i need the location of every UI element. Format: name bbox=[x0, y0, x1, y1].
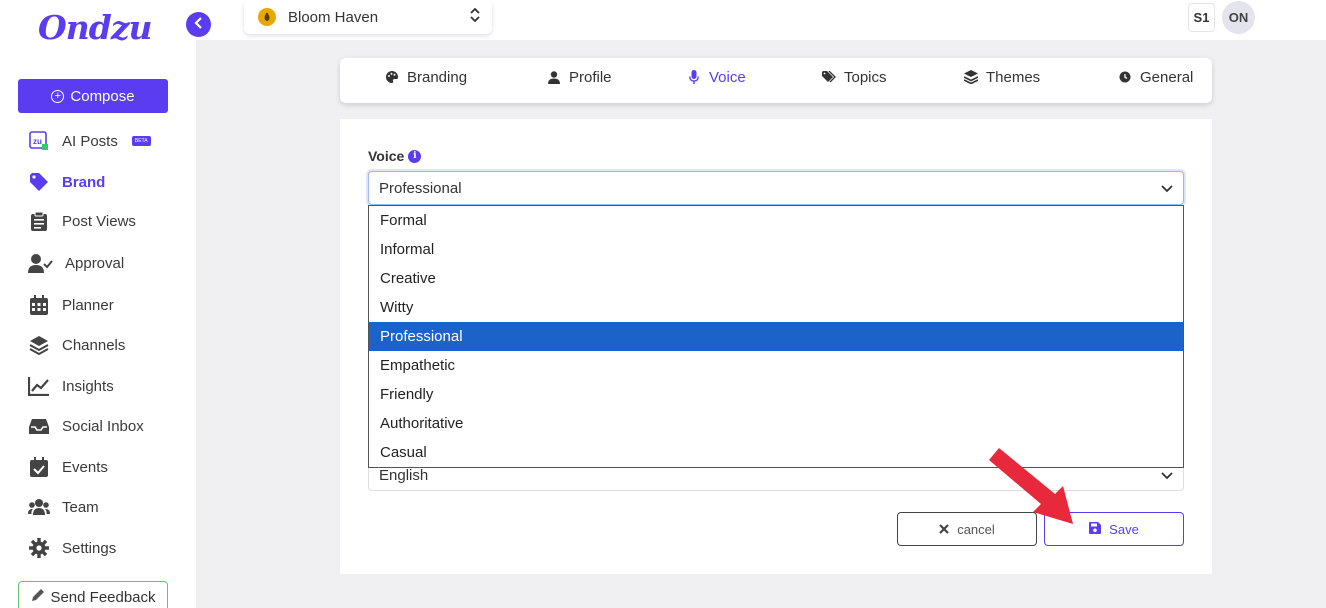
sidebar-item-label: Social Inbox bbox=[62, 417, 144, 435]
sidebar-item-post-views[interactable]: Post Views bbox=[28, 209, 136, 233]
sidebar-item-channels[interactable]: Channels bbox=[28, 333, 125, 357]
app-logo[interactable]: Ondzu bbox=[38, 8, 153, 47]
send-feedback-button[interactable]: Send Feedback bbox=[18, 581, 168, 608]
voice-option[interactable]: Creative bbox=[369, 264, 1183, 293]
sidebar-item-label: Channels bbox=[62, 336, 126, 354]
sidebar-item-label: Events bbox=[62, 458, 108, 476]
voice-option[interactable]: Formal bbox=[369, 206, 1183, 235]
user-icon bbox=[547, 70, 561, 84]
voice-select[interactable]: Professional bbox=[368, 171, 1184, 205]
brand-logo-icon bbox=[258, 8, 276, 26]
chevron-down-icon bbox=[1161, 180, 1173, 197]
tab-themes[interactable]: Themes bbox=[964, 58, 1040, 96]
save-label: Save bbox=[1109, 521, 1139, 537]
voice-option[interactable]: Witty bbox=[369, 293, 1183, 322]
tab-label: Themes bbox=[986, 68, 1041, 86]
tab-topics[interactable]: Topics bbox=[822, 58, 887, 96]
calendar-icon bbox=[28, 294, 50, 316]
layers-icon bbox=[28, 334, 50, 356]
voice-option[interactable]: Informal bbox=[369, 235, 1183, 264]
compose-label: Compose bbox=[70, 87, 135, 105]
clock-icon bbox=[1118, 70, 1132, 84]
tab-branding[interactable]: Branding bbox=[385, 58, 467, 96]
floppy-disk-icon bbox=[1089, 521, 1102, 537]
voice-option[interactable]: Empathetic bbox=[369, 351, 1183, 380]
brand-name: Bloom Haven bbox=[288, 8, 379, 26]
microphone-icon bbox=[687, 70, 701, 84]
send-feedback-label: Send Feedback bbox=[50, 588, 156, 606]
zu-ai-icon: zu bbox=[28, 130, 50, 152]
annotation-arrow-icon bbox=[985, 446, 1085, 531]
sidebar-item-ai-posts[interactable]: zu AI Posts BETA bbox=[28, 129, 151, 153]
brand-selector[interactable]: Bloom Haven bbox=[244, 0, 492, 34]
chart-line-icon bbox=[28, 375, 50, 397]
tab-label: Voice bbox=[709, 68, 746, 86]
chevron-left-icon bbox=[193, 16, 204, 34]
tab-label: Branding bbox=[407, 68, 468, 86]
pencil-icon bbox=[30, 587, 46, 607]
chevron-updown-icon bbox=[470, 7, 480, 26]
palette-icon bbox=[385, 70, 399, 84]
sidebar-item-team[interactable]: Team bbox=[28, 495, 99, 519]
sidebar-item-label: Insights bbox=[62, 377, 114, 395]
language-select-value: English bbox=[379, 466, 429, 484]
sidebar-item-label: AI Posts bbox=[62, 132, 118, 150]
tab-label: General bbox=[1140, 68, 1194, 86]
collapse-sidebar-button[interactable] bbox=[186, 12, 211, 37]
voice-option-selected[interactable]: Professional bbox=[369, 322, 1183, 351]
sidebar-item-label: Post Views bbox=[62, 212, 136, 230]
sidebar-item-label: Team bbox=[62, 498, 99, 516]
tab-label: Topics bbox=[844, 68, 887, 86]
sidebar-item-label: Settings bbox=[62, 539, 117, 557]
svg-text:zu: zu bbox=[33, 137, 42, 146]
sidebar-item-planner[interactable]: Planner bbox=[28, 293, 114, 317]
user-check-icon bbox=[28, 252, 53, 274]
close-icon bbox=[939, 522, 949, 537]
tab-profile[interactable]: Profile bbox=[547, 58, 612, 96]
info-icon[interactable]: i bbox=[408, 149, 422, 163]
tab-general[interactable]: General bbox=[1118, 58, 1193, 96]
voice-option[interactable]: Authoritative bbox=[369, 409, 1183, 438]
sidebar-item-insights[interactable]: Insights bbox=[28, 374, 114, 398]
voice-option[interactable]: Friendly bbox=[369, 380, 1183, 409]
layers-icon bbox=[964, 70, 978, 84]
chevron-down-icon bbox=[1161, 467, 1173, 484]
user-avatar[interactable]: ON bbox=[1222, 1, 1255, 34]
sidebar-item-label: Brand bbox=[62, 173, 106, 191]
tab-label: Profile bbox=[569, 68, 612, 86]
sidebar: Ondzu + Compose zu AI Posts BETA Brand P… bbox=[0, 0, 196, 608]
sidebar-item-label: Planner bbox=[62, 296, 114, 314]
plus-icon: + bbox=[51, 89, 65, 103]
beta-badge: BETA bbox=[131, 136, 151, 146]
tags-icon bbox=[822, 70, 836, 84]
inbox-icon bbox=[28, 415, 50, 437]
compose-button[interactable]: + Compose bbox=[18, 79, 168, 113]
sidebar-item-approval[interactable]: Approval bbox=[28, 251, 124, 275]
sidebar-item-events[interactable]: Events bbox=[28, 455, 108, 479]
gear-icon bbox=[28, 537, 50, 559]
voice-select-value: Professional bbox=[379, 179, 462, 197]
voice-label-text: Voice bbox=[368, 148, 405, 164]
users-icon bbox=[28, 496, 50, 518]
sidebar-item-settings[interactable]: Settings bbox=[28, 536, 116, 560]
sidebar-item-social-inbox[interactable]: Social Inbox bbox=[28, 414, 144, 438]
sidebar-item-label: Approval bbox=[65, 254, 125, 272]
sidebar-item-brand[interactable]: Brand bbox=[28, 170, 105, 194]
calendar-check-icon bbox=[28, 456, 50, 478]
voice-field-label: Voice i bbox=[368, 148, 422, 164]
workspace-avatar[interactable]: S1 bbox=[1188, 3, 1215, 32]
voice-options-dropdown: Formal Informal Creative Witty Professio… bbox=[368, 205, 1184, 468]
settings-tabs: Branding Profile Voice Topics Themes Gen… bbox=[340, 58, 1212, 103]
tab-voice[interactable]: Voice bbox=[687, 58, 746, 96]
clipboard-icon bbox=[28, 210, 50, 232]
tag-icon bbox=[28, 171, 50, 193]
